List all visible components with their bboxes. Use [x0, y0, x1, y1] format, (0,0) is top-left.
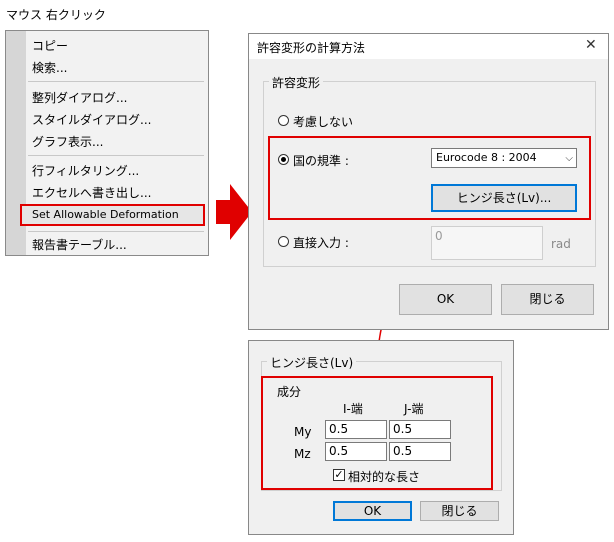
menu-separator	[28, 231, 204, 232]
my-j-input[interactable]: 0.5	[389, 420, 451, 439]
hinge-length-dialog: ヒンジ長さ(Lv) 成分 I-端 J-端 My 0.5 0.5 Mz 0.5 0…	[248, 340, 514, 535]
context-menu: コピー 検索... 整列ダイアログ... スタイルダイアログ... グラフ表示.…	[5, 30, 209, 256]
code-select[interactable]: Eurocode 8 : 2004 ⌵	[431, 148, 577, 168]
group-label: ヒンジ長さ(Lv)	[267, 354, 357, 371]
radio-national-code-label: 国の規準 :	[293, 154, 349, 168]
mz-i-input[interactable]: 0.5	[325, 442, 387, 461]
dialog-title: 許容変形の計算方法	[257, 41, 366, 55]
relative-length-label: 相対的な長さ	[348, 470, 421, 484]
direct-input[interactable]: 0	[431, 226, 543, 260]
radio-direct-label: 直接入力 :	[293, 236, 349, 250]
allowable-deformation-dialog: 許容変形の計算方法 ✕ 許容変形 考慮しない 国の規準 : Eurocode 8…	[248, 33, 609, 330]
dialog-titlebar: 許容変形の計算方法 ✕	[249, 34, 608, 59]
menu-item-export-excel[interactable]: エクセルへ書き出し...	[32, 184, 151, 201]
menu-item-report-table[interactable]: 報告書テーブル...	[32, 236, 127, 253]
radio-none[interactable]	[278, 115, 289, 126]
close-icon[interactable]: ✕	[585, 37, 597, 53]
section-label: 成分	[277, 385, 302, 399]
radio-selected-dot	[281, 157, 286, 162]
menu-separator	[28, 81, 204, 82]
ok-button[interactable]: OK	[333, 501, 412, 521]
menu-item-align-dialog[interactable]: 整列ダイアログ...	[32, 89, 127, 106]
menu-item-graph-view[interactable]: グラフ表示...	[32, 133, 103, 150]
group-label: 許容変形	[269, 74, 324, 91]
page-caption: マウス 右クリック	[6, 8, 106, 22]
menu-item-search[interactable]: 検索...	[32, 59, 67, 76]
column-header-j-end: J-端	[404, 402, 424, 416]
menu-item-row-filter[interactable]: 行フィルタリング...	[32, 162, 139, 179]
row-label-my: My	[294, 425, 312, 439]
menu-item-set-allowable-deformation[interactable]: Set Allowable Deformation	[32, 208, 179, 221]
menu-item-style-dialog[interactable]: スタイルダイアログ...	[32, 111, 151, 128]
radio-none-label: 考慮しない	[293, 115, 354, 129]
close-button[interactable]: 閉じる	[420, 501, 499, 521]
red-arrow-icon	[216, 184, 252, 240]
my-i-input[interactable]: 0.5	[325, 420, 387, 439]
radio-national-code[interactable]	[278, 154, 289, 165]
column-header-i-end: I-端	[343, 402, 363, 416]
hinge-length-button[interactable]: ヒンジ長さ(Lv)...	[431, 184, 577, 212]
relative-length-checkbox[interactable]: ✓	[333, 469, 345, 481]
row-label-mz: Mz	[294, 447, 311, 461]
ok-button[interactable]: OK	[399, 284, 492, 315]
chevron-down-icon: ⌵	[565, 153, 573, 164]
direct-unit: rad	[551, 237, 571, 251]
menu-separator	[28, 155, 204, 156]
menu-item-copy[interactable]: コピー	[32, 37, 68, 54]
mz-j-input[interactable]: 0.5	[389, 442, 451, 461]
radio-direct[interactable]	[278, 236, 289, 247]
code-select-value: Eurocode 8 : 2004	[436, 151, 537, 164]
close-button[interactable]: 閉じる	[501, 284, 594, 315]
